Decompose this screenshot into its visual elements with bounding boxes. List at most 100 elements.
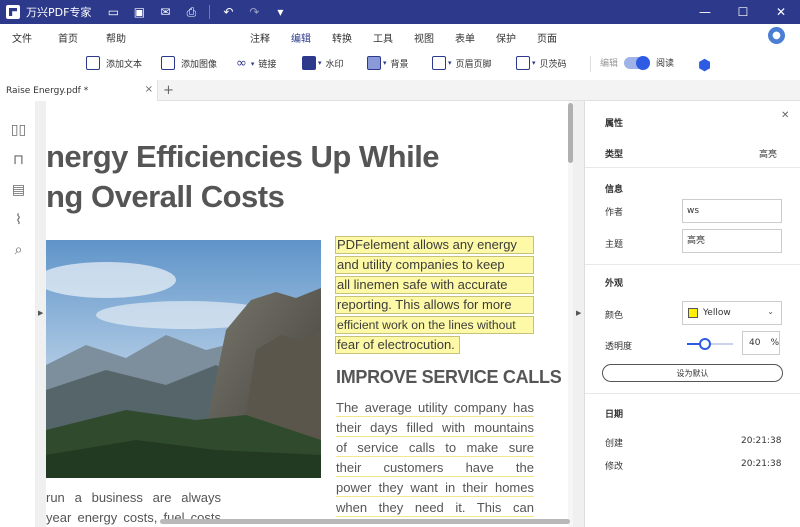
mode-switch[interactable]: 编辑 阅读 bbox=[600, 55, 674, 70]
type-value: 高亮 bbox=[759, 150, 778, 160]
info-label: 信息 bbox=[605, 185, 624, 195]
bates-label: 贝茨码 bbox=[539, 59, 567, 70]
close-panel-icon[interactable]: ✕ bbox=[781, 110, 789, 121]
image-icon bbox=[161, 56, 175, 70]
maximize-button[interactable]: ☐ bbox=[724, 0, 762, 24]
document-page[interactable]: nergy Efficiencies Up While ng Overall C… bbox=[46, 101, 573, 527]
watermark-label: 水印 bbox=[325, 59, 344, 70]
redo-icon[interactable]: ↷ bbox=[246, 5, 262, 19]
chevron-down-icon: ⌄ bbox=[767, 307, 774, 316]
highlighted-text-line[interactable]: all linemen safe with accurate bbox=[335, 276, 534, 294]
body-text-line: of service calls to make sure bbox=[336, 440, 534, 457]
menu-tabs: 注释 编辑 转换 工具 视图 表单 保护 页面 bbox=[250, 30, 578, 51]
link-button[interactable]: ∞ ▾ 链接 bbox=[236, 56, 276, 71]
save-icon[interactable]: ▣ bbox=[131, 5, 147, 19]
highlighted-text-line[interactable]: efficient work on the lines without bbox=[335, 316, 534, 334]
email-icon[interactable]: ✉ bbox=[157, 5, 173, 19]
edit-mode-label: 编辑 bbox=[600, 59, 619, 69]
highlighted-text-line[interactable]: reporting. This allows for more bbox=[335, 296, 534, 314]
text-box-icon bbox=[86, 56, 100, 70]
divider bbox=[590, 56, 591, 72]
date-label: 日期 bbox=[605, 410, 624, 420]
undo-icon[interactable]: ↶ bbox=[220, 5, 236, 19]
properties-panel: 属性 ✕ 类型 高亮 信息 作者 ws 主题 高亮 外观 颜色 Yellow ⌄… bbox=[585, 101, 800, 527]
minimize-button[interactable]: — bbox=[686, 0, 724, 24]
quick-access-toolbar: ▭ ▣ ✉ ⎙ ↶ ↷ ▾ bbox=[105, 5, 288, 20]
appearance-label: 外观 bbox=[605, 279, 624, 289]
set-default-button[interactable]: 设为默认 bbox=[602, 364, 783, 382]
modified-label: 修改 bbox=[605, 462, 624, 472]
new-tab-button[interactable]: + bbox=[163, 83, 174, 98]
menu-bar: 文件 首页 帮助 注释 编辑 转换 工具 视图 表单 保护 页面 ● bbox=[0, 24, 800, 51]
menu-file[interactable]: 文件 bbox=[12, 30, 32, 45]
bates-button[interactable]: ▾ 贝茨码 bbox=[516, 56, 567, 70]
mountain-photo-image bbox=[46, 240, 321, 478]
right-panel-collapse[interactable]: ▶ bbox=[573, 101, 585, 527]
menu-left: 文件 首页 帮助 bbox=[12, 30, 126, 45]
opacity-input[interactable]: 40 % bbox=[742, 331, 780, 355]
panel-title: 属性 bbox=[605, 119, 624, 129]
menu-help[interactable]: 帮助 bbox=[106, 30, 126, 45]
close-window-button[interactable]: ✕ bbox=[762, 0, 800, 24]
add-image-button[interactable]: 添加图像 bbox=[161, 56, 217, 70]
settings-hex-icon[interactable]: ⬢ bbox=[698, 56, 711, 74]
open-folder-icon[interactable]: ▭ bbox=[105, 5, 121, 19]
color-select-value: Yellow bbox=[703, 308, 731, 318]
hexagon-icon: ⬢ bbox=[698, 56, 712, 74]
subject-field[interactable]: 高亮 bbox=[682, 229, 782, 253]
author-field[interactable]: ws bbox=[682, 199, 782, 223]
chevron-down-icon: ▾ bbox=[532, 59, 536, 67]
bookmark-icon[interactable]: ⊓ bbox=[11, 152, 26, 168]
background-button[interactable]: ▾ 背景 bbox=[367, 56, 409, 70]
tab-convert[interactable]: 转换 bbox=[332, 30, 352, 45]
comment-icon[interactable]: ▤ bbox=[11, 182, 26, 198]
customize-dropdown-icon[interactable]: ▾ bbox=[272, 5, 288, 19]
document-tab[interactable]: Raise Energy.pdf * × bbox=[0, 80, 158, 101]
menu-home[interactable]: 首页 bbox=[58, 30, 78, 45]
header-footer-button[interactable]: ▾ 页眉页脚 bbox=[432, 56, 492, 70]
subject-label: 主题 bbox=[605, 240, 624, 250]
background-label: 背景 bbox=[390, 59, 409, 70]
body-text-line: their days filled with mountains bbox=[336, 420, 534, 437]
left-sidebar: ▯▯ ⊓ ▤ ⌇ ⌕ bbox=[0, 101, 36, 527]
attachment-icon[interactable]: ⌇ bbox=[11, 212, 26, 228]
divider bbox=[585, 264, 800, 265]
header-footer-icon bbox=[432, 56, 446, 70]
tab-page[interactable]: 页面 bbox=[537, 30, 557, 45]
thumbnails-icon[interactable]: ▯▯ bbox=[11, 122, 26, 138]
tab-protect[interactable]: 保护 bbox=[496, 30, 516, 45]
app-logo-icon bbox=[6, 5, 20, 19]
chevron-down-icon: ▾ bbox=[448, 59, 452, 67]
link-icon: ∞ bbox=[236, 56, 247, 71]
tab-edit[interactable]: 编辑 bbox=[289, 30, 313, 51]
watermark-icon bbox=[302, 56, 316, 70]
tab-view[interactable]: 视图 bbox=[414, 30, 434, 45]
page-heading-line1: nergy Efficiencies Up While bbox=[46, 139, 440, 174]
tab-form[interactable]: 表单 bbox=[455, 30, 475, 45]
chevron-down-icon: ▾ bbox=[250, 59, 255, 68]
opacity-value: 40 bbox=[749, 338, 761, 348]
app-title: 万兴PDF专家 bbox=[26, 6, 92, 19]
tab-tools[interactable]: 工具 bbox=[373, 30, 393, 45]
color-select[interactable]: Yellow ⌄ bbox=[682, 301, 782, 325]
print-icon[interactable]: ⎙ bbox=[183, 5, 199, 20]
watermark-button[interactable]: ▾ 水印 bbox=[302, 56, 344, 70]
close-tab-icon[interactable]: × bbox=[145, 84, 153, 95]
add-text-button[interactable]: 添加文本 bbox=[86, 56, 142, 70]
user-avatar-icon[interactable]: ● bbox=[768, 27, 785, 44]
tab-annotate[interactable]: 注释 bbox=[250, 30, 270, 45]
background-icon bbox=[367, 56, 381, 70]
left-panel-collapse[interactable]: ▶ bbox=[36, 101, 46, 527]
body-text-line: run a business are always bbox=[46, 490, 221, 505]
title-bar: 万兴PDF专家 ▭ ▣ ✉ ⎙ ↶ ↷ ▾ — ☐ ✕ bbox=[0, 0, 800, 24]
opacity-slider[interactable] bbox=[687, 338, 733, 350]
mode-toggle[interactable] bbox=[624, 55, 651, 70]
horizontal-scrollbar[interactable] bbox=[160, 519, 570, 524]
opacity-slider-handle[interactable] bbox=[699, 338, 712, 350]
search-icon[interactable]: ⌕ bbox=[11, 242, 26, 258]
highlighted-text-line[interactable]: and utility companies to keep bbox=[335, 256, 534, 274]
highlighted-text-line[interactable]: fear of electrocution. bbox=[335, 336, 460, 354]
divider bbox=[585, 167, 800, 168]
highlighted-text-line[interactable]: PDFelement allows any energy bbox=[335, 236, 534, 254]
edit-toolbar: 添加文本 添加图像 ∞ ▾ 链接 ▾ 水印 ▾ 背景 ▾ 页眉页脚 ▾ 贝茨码 … bbox=[0, 48, 800, 80]
